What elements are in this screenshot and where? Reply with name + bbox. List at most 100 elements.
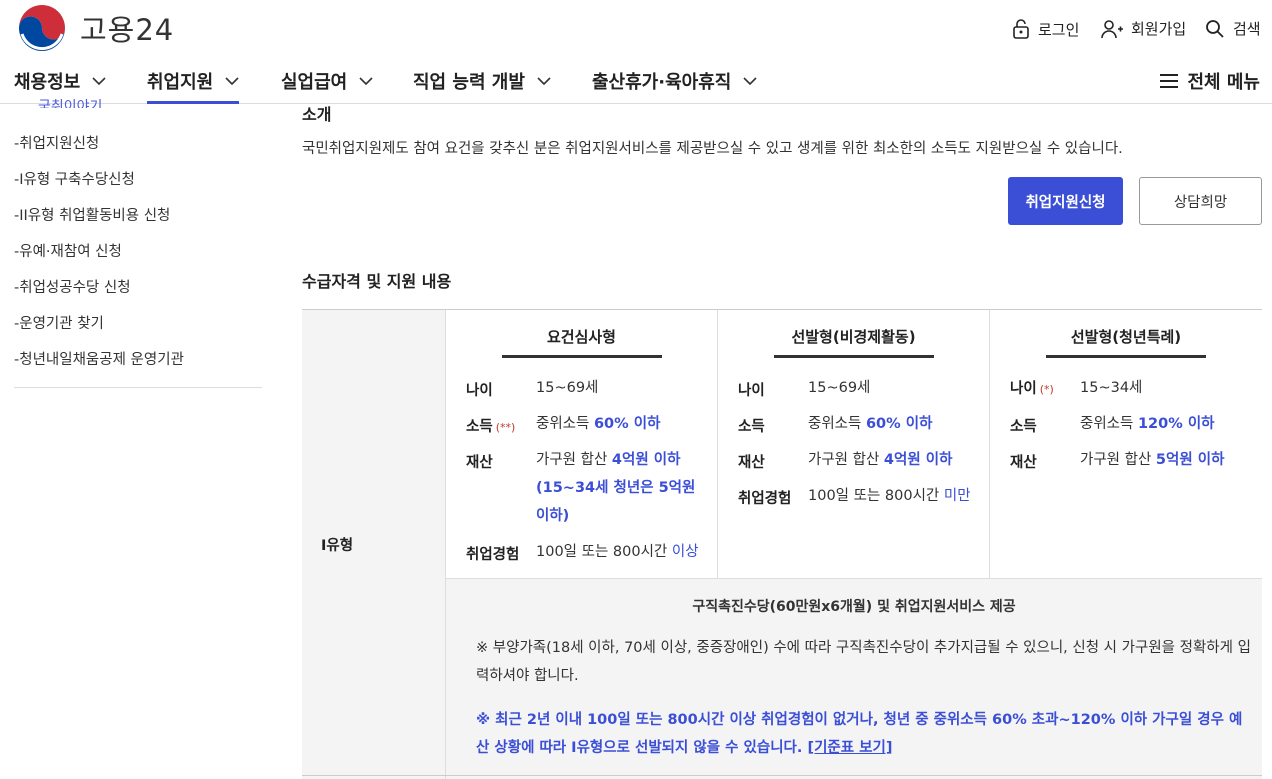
selection-note: ※ 최근 2년 이내 100일 또는 800시간 이상 취업경험이 없거나, 청… (476, 706, 1251, 762)
intro-text: 국민취업지원제도 참여 요건을 갖추신 분은 취업지원서비스를 제공받으실 수 … (302, 141, 1123, 157)
sidebar-item-find-agency[interactable]: -운영기관 찾기 (14, 312, 104, 333)
nav-label: 출산휴가·육아휴직 (592, 72, 732, 93)
column-title: 선발형(비경제활동) (791, 328, 916, 346)
nav-item-jobs[interactable]: 채용정보 (14, 66, 106, 96)
assets-text: 가구원 합산 (1080, 452, 1156, 468)
age-value: 15~34세 (1080, 380, 1143, 396)
chevron-down-icon (225, 76, 239, 85)
required-mark: (*) (1039, 383, 1054, 396)
column-selection-inactive: 선발형(비경제활동) 나이 15~69세 소득 중위소득 60% 이하 재산 가… (718, 310, 990, 579)
hamburger-icon (1160, 74, 1179, 88)
search-button[interactable]: 검색 (1205, 18, 1261, 39)
sidebar-item-defer-rejoin[interactable]: -유예·재참여 신청 (14, 240, 122, 261)
assets-highlight: 4억원 이하 (883, 452, 953, 468)
sidebar-item-youth-agency[interactable]: -청년내일채움공제 운영기관 (14, 348, 184, 369)
nav-item-unemployment-benefit[interactable]: 실업급여 (281, 66, 373, 96)
eligibility-table: I유형 요건심사형 나이 15~69세 소득 (**) 중위소득 60% 이하 재… (302, 309, 1262, 779)
sidebar-divider (14, 387, 262, 388)
income-key: 소득 (**) (466, 415, 515, 436)
nav-item-skills-development[interactable]: 직업 능력 개발 (413, 66, 551, 96)
column-requirement-screening: 요건심사형 나이 15~69세 소득 (**) 중위소득 60% 이하 재산 가구… (446, 310, 718, 579)
support-title: 구직촉진수당(60만원x6개월) 및 취업지원서비스 제공 (692, 599, 1016, 615)
assets-value: 가구원 합산 5억원 이하 (1080, 446, 1224, 474)
nav-item-employment-support[interactable]: 취업지원 (147, 66, 240, 104)
all-menu-button[interactable]: 전체 메뉴 (1159, 66, 1260, 96)
assets-youth-note: (15~34세 청년은 5억원 이하) (536, 480, 696, 524)
column-selection-youth: 선발형(청년특례) 나이 (*) 15~34세 소득 중위소득 120% 이하 재… (990, 310, 1262, 579)
age-key: 나이 (738, 383, 765, 399)
income-value: 중위소득 120% 이하 (1080, 410, 1215, 438)
income-text: 중위소득 (808, 416, 866, 432)
column-title-underline (502, 355, 662, 358)
all-menu-label: 전체 메뉴 (1187, 72, 1260, 93)
sidebar-item-cut[interactable]: 국취이야기 (38, 96, 102, 108)
table-bottom-border (302, 775, 1262, 776)
nav-item-parental-leave[interactable]: 출산휴가·육아휴직 (592, 66, 757, 96)
sidebar-item-type1-allowance[interactable]: -I유형 구축수당신청 (14, 168, 135, 189)
sidebar-item-apply[interactable]: -취업지원신청 (14, 132, 99, 153)
logo[interactable]: 고용24 (16, 2, 174, 54)
dependents-note: ※ 부양가족(18세 이하, 70세 이상, 중증장애인) 수에 따라 구직촉진… (476, 640, 1251, 684)
work-exp-highlight: 이상 (671, 544, 699, 560)
age-key-label: 나이 (1010, 381, 1037, 397)
nav-label: 실업급여 (281, 72, 348, 93)
column-title-underline (1046, 355, 1206, 358)
column-title: 요건심사형 (546, 328, 616, 346)
sidebar-item-type2-expense[interactable]: -II유형 취업활동비용 신청 (14, 204, 170, 225)
age-key: 나이 (466, 383, 493, 399)
income-text: 중위소득 (1080, 416, 1138, 432)
income-key-label: 소득 (466, 419, 493, 435)
user-plus-icon (1101, 19, 1123, 38)
work-exp-key: 취업경험 (738, 491, 792, 507)
age-value: 15~69세 (808, 380, 871, 396)
nav-label: 직업 능력 개발 (413, 72, 525, 93)
work-exp-highlight: 미만 (943, 488, 971, 504)
login-label: 로그인 (1038, 20, 1080, 39)
assets-key: 재산 (1010, 455, 1037, 471)
header: 고용24 로그인 회원가입 검색 (0, 0, 1272, 58)
assets-value: 가구원 합산 4억원 이하 (15~34세 청년은 5억원 이하) (536, 446, 706, 530)
income-key: 소득 (738, 419, 765, 435)
income-highlight: 60% 이하 (593, 416, 661, 432)
row-header-label: I유형 (321, 538, 354, 554)
chevron-down-icon (537, 76, 551, 85)
signup-label: 회원가입 (1131, 20, 1187, 38)
age-key: 나이 (*) (1010, 377, 1054, 398)
income-value: 중위소득 60% 이하 (536, 410, 660, 438)
assets-highlight: 5억원 이하 (1155, 452, 1225, 468)
column-title: 선발형(청년특례) (1070, 328, 1182, 346)
chevron-down-icon (359, 76, 373, 85)
search-label: 검색 (1233, 20, 1261, 38)
income-text: 중위소득 (536, 416, 594, 432)
work-exp-key: 취업경험 (466, 547, 520, 563)
assets-text: 가구원 합산 (536, 452, 612, 468)
row-header: I유형 (302, 310, 446, 779)
apply-button[interactable]: 취업지원신청 (1008, 177, 1123, 225)
brand-name: 고용24 (80, 13, 175, 47)
income-highlight: 60% 이하 (865, 416, 933, 432)
nav-label: 채용정보 (14, 72, 81, 93)
criteria-table-link[interactable]: [기준표 보기] (807, 740, 892, 756)
nav-label: 취업지원 (147, 72, 214, 93)
assets-text: 가구원 합산 (808, 452, 884, 468)
work-exp-text: 100일 또는 800시간 (808, 488, 944, 504)
required-mark: (**) (495, 421, 516, 434)
search-icon (1206, 19, 1224, 38)
sidebar-item-success-allowance[interactable]: -취업성공수당 신청 (14, 276, 131, 297)
support-panel: 구직촉진수당(60만원x6개월) 및 취업지원서비스 제공 ※ 부양가족(18세… (446, 579, 1262, 779)
age-value: 15~69세 (536, 380, 599, 396)
eligibility-heading: 수급자격 및 지원 내용 (302, 272, 452, 291)
signup-link[interactable]: 회원가입 (1101, 18, 1186, 39)
login-link[interactable]: 로그인 (1012, 18, 1079, 40)
taegeuk-logo-icon (17, 3, 67, 53)
assets-key: 재산 (466, 455, 493, 471)
assets-key: 재산 (738, 455, 765, 471)
income-highlight: 120% 이하 (1137, 416, 1215, 432)
work-exp-value: 100일 또는 800시간 이상 (536, 538, 699, 566)
column-title-underline (774, 355, 934, 358)
lock-icon (1013, 19, 1029, 39)
work-exp-value: 100일 또는 800시간 미만 (808, 482, 971, 510)
income-key: 소득 (1010, 419, 1037, 435)
consult-button[interactable]: 상담희망 (1139, 177, 1262, 225)
income-value: 중위소득 60% 이하 (808, 410, 932, 438)
